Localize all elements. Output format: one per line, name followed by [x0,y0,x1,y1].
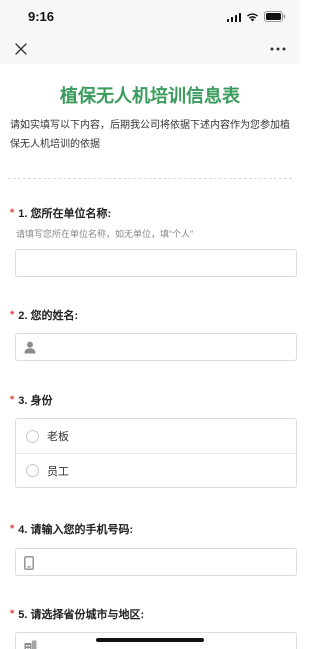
question-label: 5. 请选择省份城市与地区: [18,609,145,621]
required-mark: * [10,608,15,620]
form-title: 植保无人机培训信息表 [60,86,240,106]
required-mark: * [10,207,15,219]
person-icon [24,341,36,354]
status-time: 9:16 [28,9,55,24]
status-icons [226,11,287,22]
phone-icon [24,556,34,570]
home-indicator [96,638,204,642]
radio-option-label: 老板 [47,431,69,443]
question-region: * 5. 请选择省份城市与地区: [8,606,297,649]
building-icon [24,640,37,649]
identity-radio-group: 老板 员工 [15,418,297,488]
more-button[interactable] [266,38,290,60]
question-identity: * 3. 身份 老板 员工 [8,392,297,488]
phone-input[interactable] [15,548,297,576]
radio-option-boss[interactable]: 老板 [16,419,296,453]
company-input[interactable] [15,249,297,277]
section-divider [8,178,292,179]
battery-icon [264,11,286,22]
close-button[interactable] [10,38,32,60]
question-phone: * 4. 请输入您的手机号码: [8,521,297,576]
radio-option-label: 员工 [47,465,69,478]
radio-circle[interactable] [26,429,39,443]
signal-icon [226,12,241,22]
required-mark: * [10,523,15,535]
wifi-icon [246,12,259,22]
close-icon [15,43,27,55]
question-company: * 1. 您所在单位名称: 请填写您所在单位名称，如无单位，填“个人” [8,205,297,277]
radio-circle[interactable] [26,464,39,477]
required-mark: * [10,394,15,406]
question-label: 4. 请输入您的手机号码: [18,524,134,536]
nav-bar [0,34,300,64]
form-content: 植保无人机培训信息表 请如实填写以下内容，后期我公司将依据下述内容作为您参加植保… [0,82,300,649]
more-dots-icon [270,47,286,51]
status-bar: 9:16 [0,0,300,34]
question-label: 2. 您的姓名: [18,310,79,322]
question-hint: 请填写您所在单位名称，如无单位，填“个人” [16,229,193,239]
question-label: 3. 身份 [18,395,53,407]
question-name: * 2. 您的姓名: [8,307,297,361]
form-intro: 请如实填写以下内容，后期我公司将依据下述内容作为您参加植保无人机培训的依据 [10,120,290,150]
radio-option-employee[interactable]: 员工 [16,453,296,487]
name-input[interactable] [15,333,297,361]
question-label: 1. 您所在单位名称: [18,208,112,220]
required-mark: * [10,309,15,321]
